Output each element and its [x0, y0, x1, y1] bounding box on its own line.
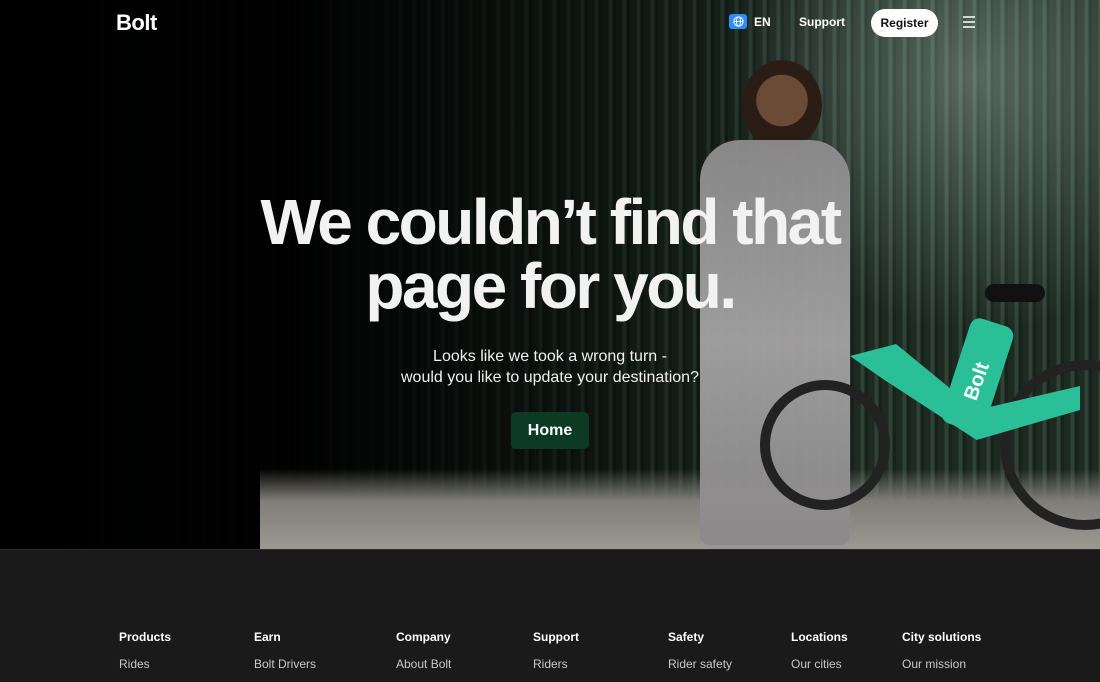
page-title-line-2: page for you. [365, 250, 737, 322]
footer-link[interactable]: Riders [533, 657, 579, 671]
footer-column-safety: Safety Rider safety [668, 630, 732, 671]
hero-section: Bolt Bolt EN Support Register We couldn’… [0, 0, 1100, 549]
footer-column-support: Support Riders [533, 630, 579, 671]
page-subtitle-line-2: would you like to update your destinatio… [401, 369, 699, 386]
footer-heading: City solutions [902, 630, 982, 644]
footer-link[interactable]: Rider safety [668, 657, 732, 671]
hamburger-menu-icon[interactable] [962, 15, 976, 29]
footer-link[interactable]: About Bolt [396, 657, 451, 671]
support-link[interactable]: Support [799, 15, 845, 29]
page-title-line-1: We couldn’t find that [260, 186, 842, 258]
footer-column-city-solutions: City solutions Our mission [902, 630, 981, 671]
footer-link[interactable]: Rides [119, 657, 171, 671]
register-button[interactable]: Register [871, 9, 938, 37]
footer-heading: Earn [254, 630, 281, 644]
footer-column-earn: Earn Bolt Drivers [254, 630, 316, 671]
person-head [742, 60, 822, 150]
footer-column-locations: Locations Our cities [791, 630, 848, 671]
language-label: EN [754, 14, 771, 29]
footer-heading: Safety [668, 630, 705, 644]
page-title: We couldn’t find that page for you. [150, 190, 950, 318]
bike-rear-wheel [760, 380, 890, 510]
footer-heading: Support [533, 630, 579, 644]
page-subtitle: Looks like we took a wrong turn - would … [300, 346, 800, 388]
footer-column-products: Products Rides [119, 630, 171, 671]
page-subtitle-line-1: Looks like we took a wrong turn - [433, 348, 667, 365]
footer-column-company: Company About Bolt [396, 630, 451, 671]
pavement [260, 469, 1100, 549]
top-nav: Bolt EN Support Register [0, 0, 1100, 46]
footer-link[interactable]: Our cities [791, 657, 848, 671]
globe-icon [729, 14, 747, 29]
language-selector[interactable]: EN [729, 14, 771, 29]
footer-link[interactable]: Bolt Drivers [254, 657, 316, 671]
bolt-logo[interactable]: Bolt [116, 10, 157, 36]
footer-link[interactable]: Our mission [902, 657, 981, 671]
footer-heading: Locations [791, 630, 848, 644]
bike-seat [985, 284, 1045, 302]
footer: Products Rides Earn Bolt Drivers Company… [0, 549, 1100, 682]
home-button[interactable]: Home [511, 412, 589, 449]
footer-heading: Products [119, 630, 172, 644]
footer-heading: Company [396, 630, 451, 644]
